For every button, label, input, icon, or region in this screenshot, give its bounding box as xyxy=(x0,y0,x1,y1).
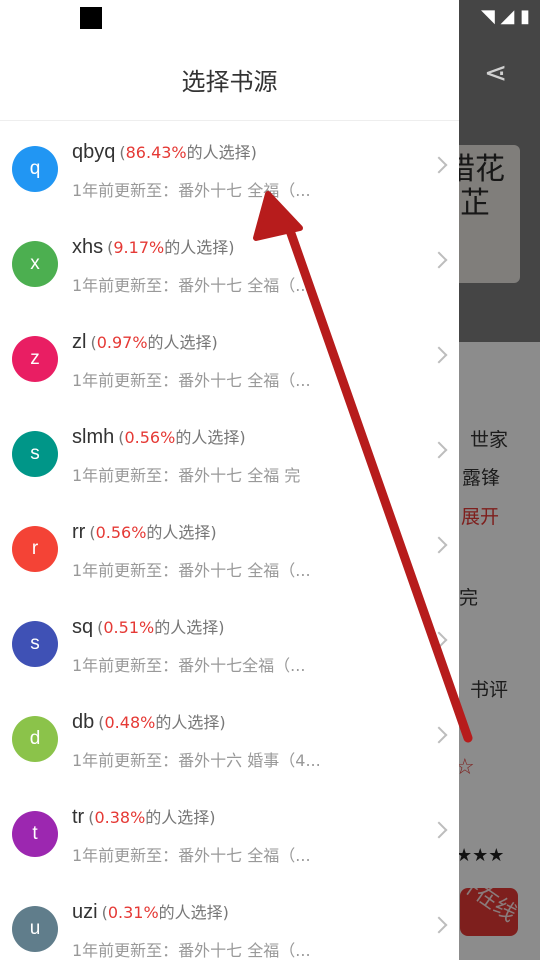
annotation-arrow xyxy=(253,191,473,743)
